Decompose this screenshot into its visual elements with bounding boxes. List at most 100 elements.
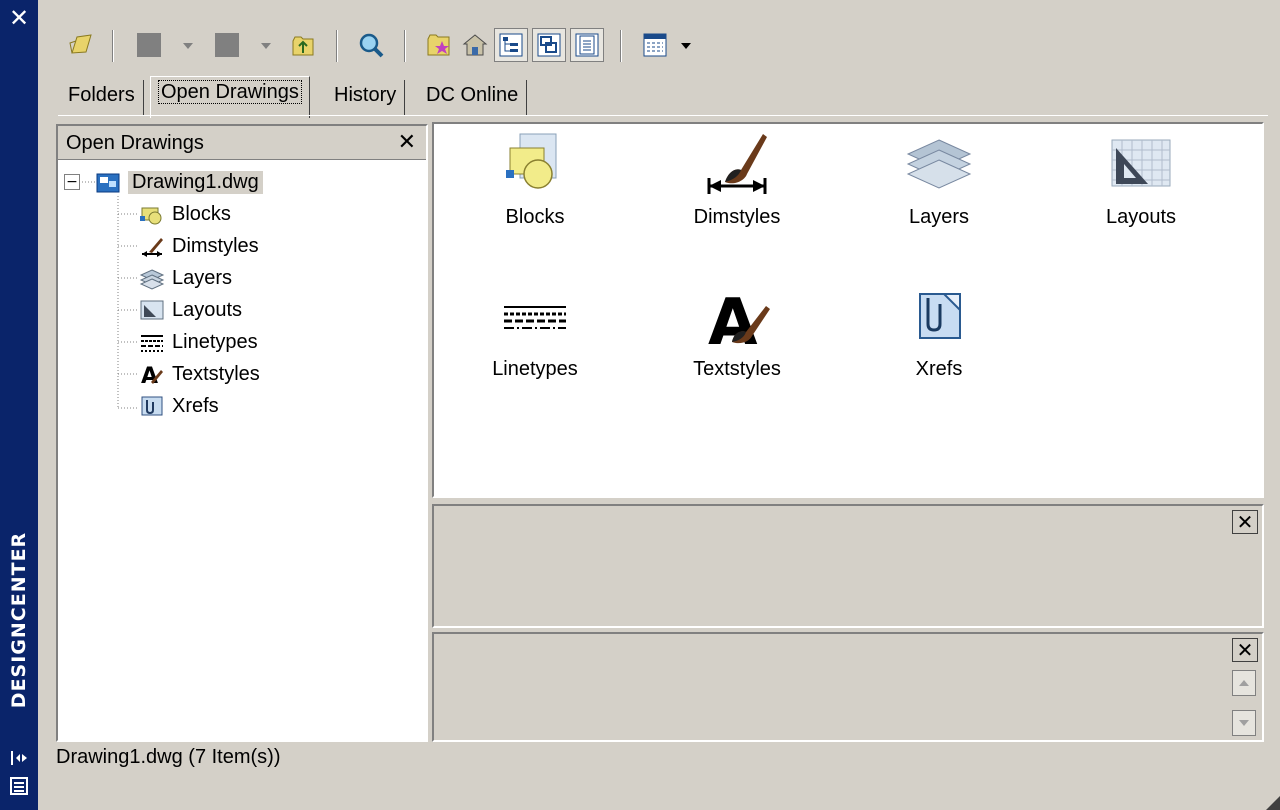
tree-toggle-button[interactable]: [494, 28, 528, 62]
scroll-up-button[interactable]: [1232, 670, 1256, 696]
tree-pane: Open Drawings ✕ − Drawing1.dwg Blocks Di…: [56, 124, 428, 742]
forward-icon: [215, 33, 239, 57]
content-item-linetypes[interactable]: Linetypes: [450, 282, 620, 412]
tree-node-xrefs[interactable]: Xrefs: [138, 391, 219, 421]
tab-folders[interactable]: Folders: [60, 80, 144, 116]
content-area: Blocks Dimstyles Layers Layouts Linetype…: [432, 122, 1264, 498]
tab-history[interactable]: History: [326, 80, 406, 116]
tree-node-label: Layers: [172, 266, 233, 289]
home-button[interactable]: [458, 28, 492, 62]
close-icon[interactable]: ✕: [398, 130, 416, 155]
description-pane: ✕: [432, 632, 1264, 742]
content-item-layers[interactable]: Layers: [854, 130, 1024, 260]
preview-close-button[interactable]: ✕: [1232, 510, 1258, 534]
status-text: Drawing1.dwg (7 Item(s)): [56, 746, 281, 768]
views-icon: [643, 33, 667, 57]
chevron-down-icon: [681, 43, 691, 49]
up-button[interactable]: [286, 28, 320, 62]
textstyles-icon: A: [697, 282, 777, 352]
favorites-icon: [427, 34, 450, 56]
xrefs-icon: [138, 393, 166, 419]
resize-grip-icon[interactable]: [1264, 794, 1280, 810]
tree-node-label: Blocks: [172, 202, 231, 225]
tree-node-layouts[interactable]: Layouts: [138, 295, 242, 325]
preview-pane: ✕: [432, 504, 1264, 628]
linetypes-icon: [495, 282, 575, 352]
tree-node-label: Dimstyles: [172, 234, 259, 257]
window-title: DESIGNCENTER: [8, 531, 30, 709]
content-item-dimstyles[interactable]: Dimstyles: [652, 130, 822, 260]
xrefs-icon: [899, 282, 979, 352]
back-icon: [137, 33, 161, 57]
preview-icon: [537, 33, 561, 57]
close-icon[interactable]: ✕: [8, 6, 30, 30]
up-folder-icon: [292, 36, 314, 56]
content-item-layouts[interactable]: Layouts: [1056, 130, 1226, 260]
load-button[interactable]: [64, 28, 98, 62]
tab-open-drawings[interactable]: Open Drawings: [150, 76, 310, 118]
tree-header: Open Drawings ✕: [58, 126, 426, 160]
content-item-label: Layers: [908, 206, 970, 228]
tree-node-blocks[interactable]: Blocks: [138, 199, 231, 229]
tree-node-layers[interactable]: Layers: [138, 263, 232, 293]
tree-node-label: Linetypes: [172, 330, 258, 353]
favorites-button[interactable]: [422, 28, 456, 62]
tab-dc-online[interactable]: DC Online: [418, 80, 528, 116]
chevron-down-icon: [261, 43, 271, 49]
tree-node-label: Textstyles: [172, 362, 260, 385]
tree-node-drawing1[interactable]: − Drawing1.dwg: [64, 167, 263, 197]
content-item-blocks[interactable]: Blocks: [450, 130, 620, 260]
tab-divider: [58, 115, 1268, 116]
collapse-toggle[interactable]: −: [64, 174, 80, 190]
preview-button[interactable]: [532, 28, 566, 62]
svg-text:A: A: [141, 364, 158, 386]
designcenter-titlebar: ✕ DESIGNCENTER: [0, 0, 38, 810]
tree-node-dimstyles[interactable]: Dimstyles: [138, 231, 259, 261]
tree-node-linetypes[interactable]: Linetypes: [138, 327, 258, 357]
content-item-label: Blocks: [505, 206, 565, 228]
linetypes-icon: [138, 329, 166, 355]
forward-dropdown[interactable]: [260, 40, 272, 52]
layouts-icon: [1101, 130, 1181, 200]
content-item-label: Layouts: [1105, 206, 1177, 228]
auto-hide-icon[interactable]: [9, 748, 29, 768]
views-dropdown[interactable]: [680, 40, 692, 52]
blocks-icon: [495, 130, 575, 200]
home-icon: [462, 34, 488, 56]
properties-icon[interactable]: [9, 776, 29, 796]
back-button[interactable]: [132, 28, 166, 62]
description-close-button[interactable]: ✕: [1232, 638, 1258, 662]
scroll-down-button[interactable]: [1232, 710, 1256, 736]
layouts-icon: [138, 297, 166, 323]
content-item-label: Textstyles: [693, 358, 781, 380]
content-item-textstyles[interactable]: A Textstyles: [652, 282, 822, 412]
chevron-up-icon: [1239, 680, 1249, 686]
dimstyles-icon: [138, 233, 166, 259]
folder-open-icon: [69, 34, 92, 54]
layers-icon: [138, 265, 166, 291]
tree-view-icon: [499, 33, 523, 57]
chevron-down-icon: [183, 43, 193, 49]
tree-node-textstyles[interactable]: A Textstyles: [138, 359, 260, 389]
toolbar: [60, 22, 780, 72]
textstyles-icon: A: [138, 361, 166, 387]
drawing-file-icon: [94, 169, 122, 195]
dimstyles-icon: [697, 130, 777, 200]
back-dropdown[interactable]: [182, 40, 194, 52]
close-icon: ✕: [1236, 638, 1254, 662]
tree-node-label: Drawing1.dwg: [128, 170, 263, 194]
tree-node-label: Layouts: [172, 298, 243, 321]
description-button[interactable]: [570, 28, 604, 62]
chevron-down-icon: [1239, 720, 1249, 726]
tree-node-label: Xrefs: [172, 394, 219, 417]
search-button[interactable]: [354, 28, 388, 62]
search-icon: [359, 33, 384, 58]
content-item-label: Linetypes: [492, 358, 578, 380]
blocks-icon: [138, 201, 166, 227]
forward-button[interactable]: [210, 28, 244, 62]
content-item-xrefs[interactable]: Xrefs: [854, 282, 1024, 412]
content-item-label: Xrefs: [915, 358, 963, 380]
views-button[interactable]: [638, 28, 672, 62]
tree-header-title: Open Drawings: [66, 132, 204, 154]
close-icon: ✕: [1236, 510, 1254, 534]
